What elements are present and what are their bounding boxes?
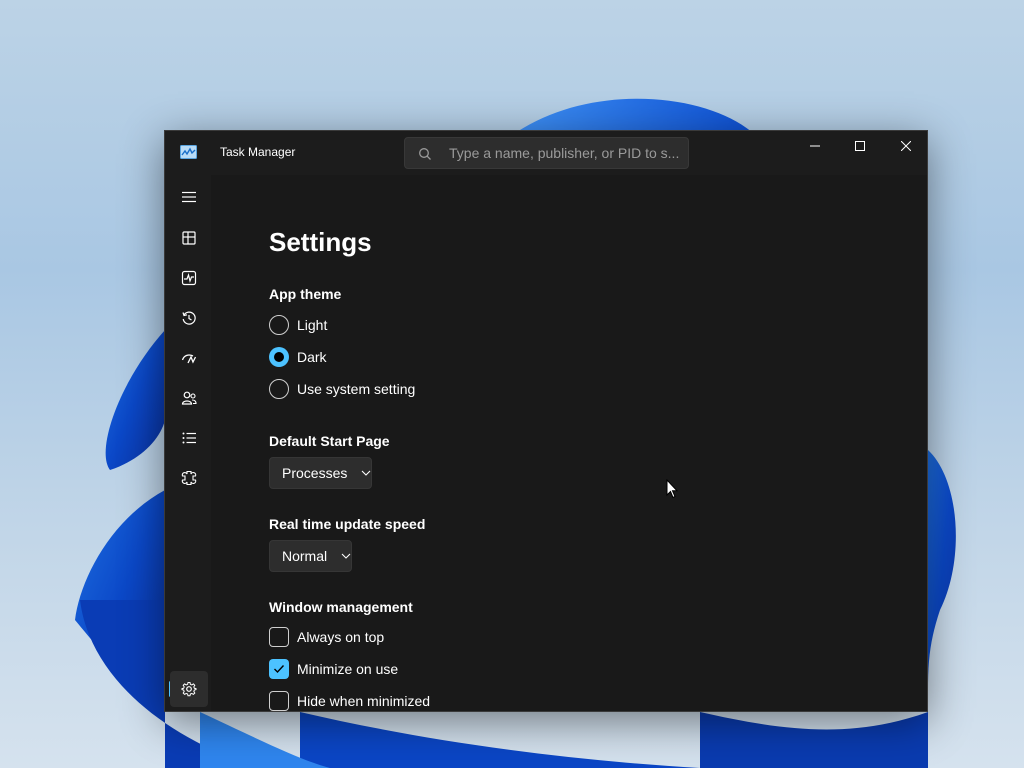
radio-dark[interactable] — [269, 347, 289, 367]
close-button[interactable] — [883, 131, 927, 161]
checkmark-icon — [274, 665, 285, 674]
search-icon — [418, 147, 432, 161]
option-always-on-top[interactable]: Always on top — [269, 625, 384, 649]
chevron-down-icon — [341, 551, 351, 561]
checkbox-hide-when-minimized[interactable] — [269, 691, 289, 711]
theme-option-system[interactable]: Use system setting — [269, 377, 415, 401]
minimize-icon — [810, 145, 820, 147]
gear-icon — [181, 682, 197, 697]
radio-system[interactable] — [269, 379, 289, 399]
close-icon — [901, 141, 911, 151]
users-icon — [181, 391, 197, 405]
update-speed-heading: Real time update speed — [269, 516, 426, 532]
processes-icon — [182, 231, 196, 245]
nav-item-startup-apps[interactable] — [170, 340, 208, 376]
radio-label: Dark — [297, 349, 327, 365]
search-box[interactable] — [404, 137, 689, 169]
maximize-button[interactable] — [837, 131, 883, 161]
default-start-page-heading: Default Start Page — [269, 433, 390, 449]
settings-page: Settings App theme Light Dark Use system… — [211, 175, 927, 711]
startup-icon — [181, 354, 197, 364]
dropdown-value: Normal — [282, 548, 328, 564]
page-title: Settings — [269, 227, 372, 257]
default-start-page-dropdown[interactable]: Processes — [269, 457, 373, 489]
nav-menu-button[interactable] — [170, 179, 208, 215]
dropdown-value: Processes — [282, 465, 348, 481]
mouse-pointer-icon — [666, 478, 679, 504]
services-icon — [181, 470, 197, 486]
maximize-icon — [855, 141, 865, 151]
task-manager-window: Task Manager Type a name, publisher, or … — [164, 130, 928, 712]
window-management-heading: Window management — [269, 599, 413, 615]
update-speed-dropdown[interactable]: Normal — [269, 540, 353, 572]
window-title: Task Manager — [220, 145, 296, 159]
checkbox-label: Hide when minimized — [297, 693, 431, 709]
performance-icon — [181, 270, 197, 286]
checkbox-label: Minimize on use — [297, 661, 399, 677]
chevron-down-icon — [361, 468, 371, 478]
nav-item-performance[interactable] — [170, 260, 208, 296]
task-manager-app-icon — [180, 145, 197, 159]
minimize-button[interactable] — [792, 131, 838, 161]
radio-label: Light — [297, 317, 328, 333]
nav-item-services[interactable] — [170, 460, 208, 496]
option-hide-when-minimized[interactable]: Hide when minimized — [269, 689, 431, 711]
nav-item-users[interactable] — [170, 380, 208, 416]
radio-label: Use system setting — [297, 381, 416, 397]
nav-item-details[interactable] — [170, 420, 208, 456]
checkbox-minimize-on-use[interactable] — [269, 659, 289, 679]
title-bar[interactable]: Task Manager — [165, 131, 927, 175]
nav-item-processes[interactable] — [170, 220, 208, 256]
navigation-pane — [165, 175, 211, 711]
details-icon — [182, 432, 196, 444]
option-minimize-on-use[interactable]: Minimize on use — [269, 657, 398, 681]
checkbox-always-on-top[interactable] — [269, 627, 289, 647]
checkbox-label: Always on top — [297, 629, 385, 645]
theme-option-dark[interactable]: Dark — [269, 345, 327, 369]
theme-option-light[interactable]: Light — [269, 313, 327, 337]
radio-light[interactable] — [269, 315, 289, 335]
hamburger-icon — [182, 191, 196, 203]
app-theme-heading: App theme — [269, 286, 342, 302]
history-icon — [182, 311, 196, 325]
nav-item-settings[interactable] — [170, 671, 208, 707]
search-input[interactable] — [449, 138, 681, 168]
nav-item-app-history[interactable] — [170, 300, 208, 336]
